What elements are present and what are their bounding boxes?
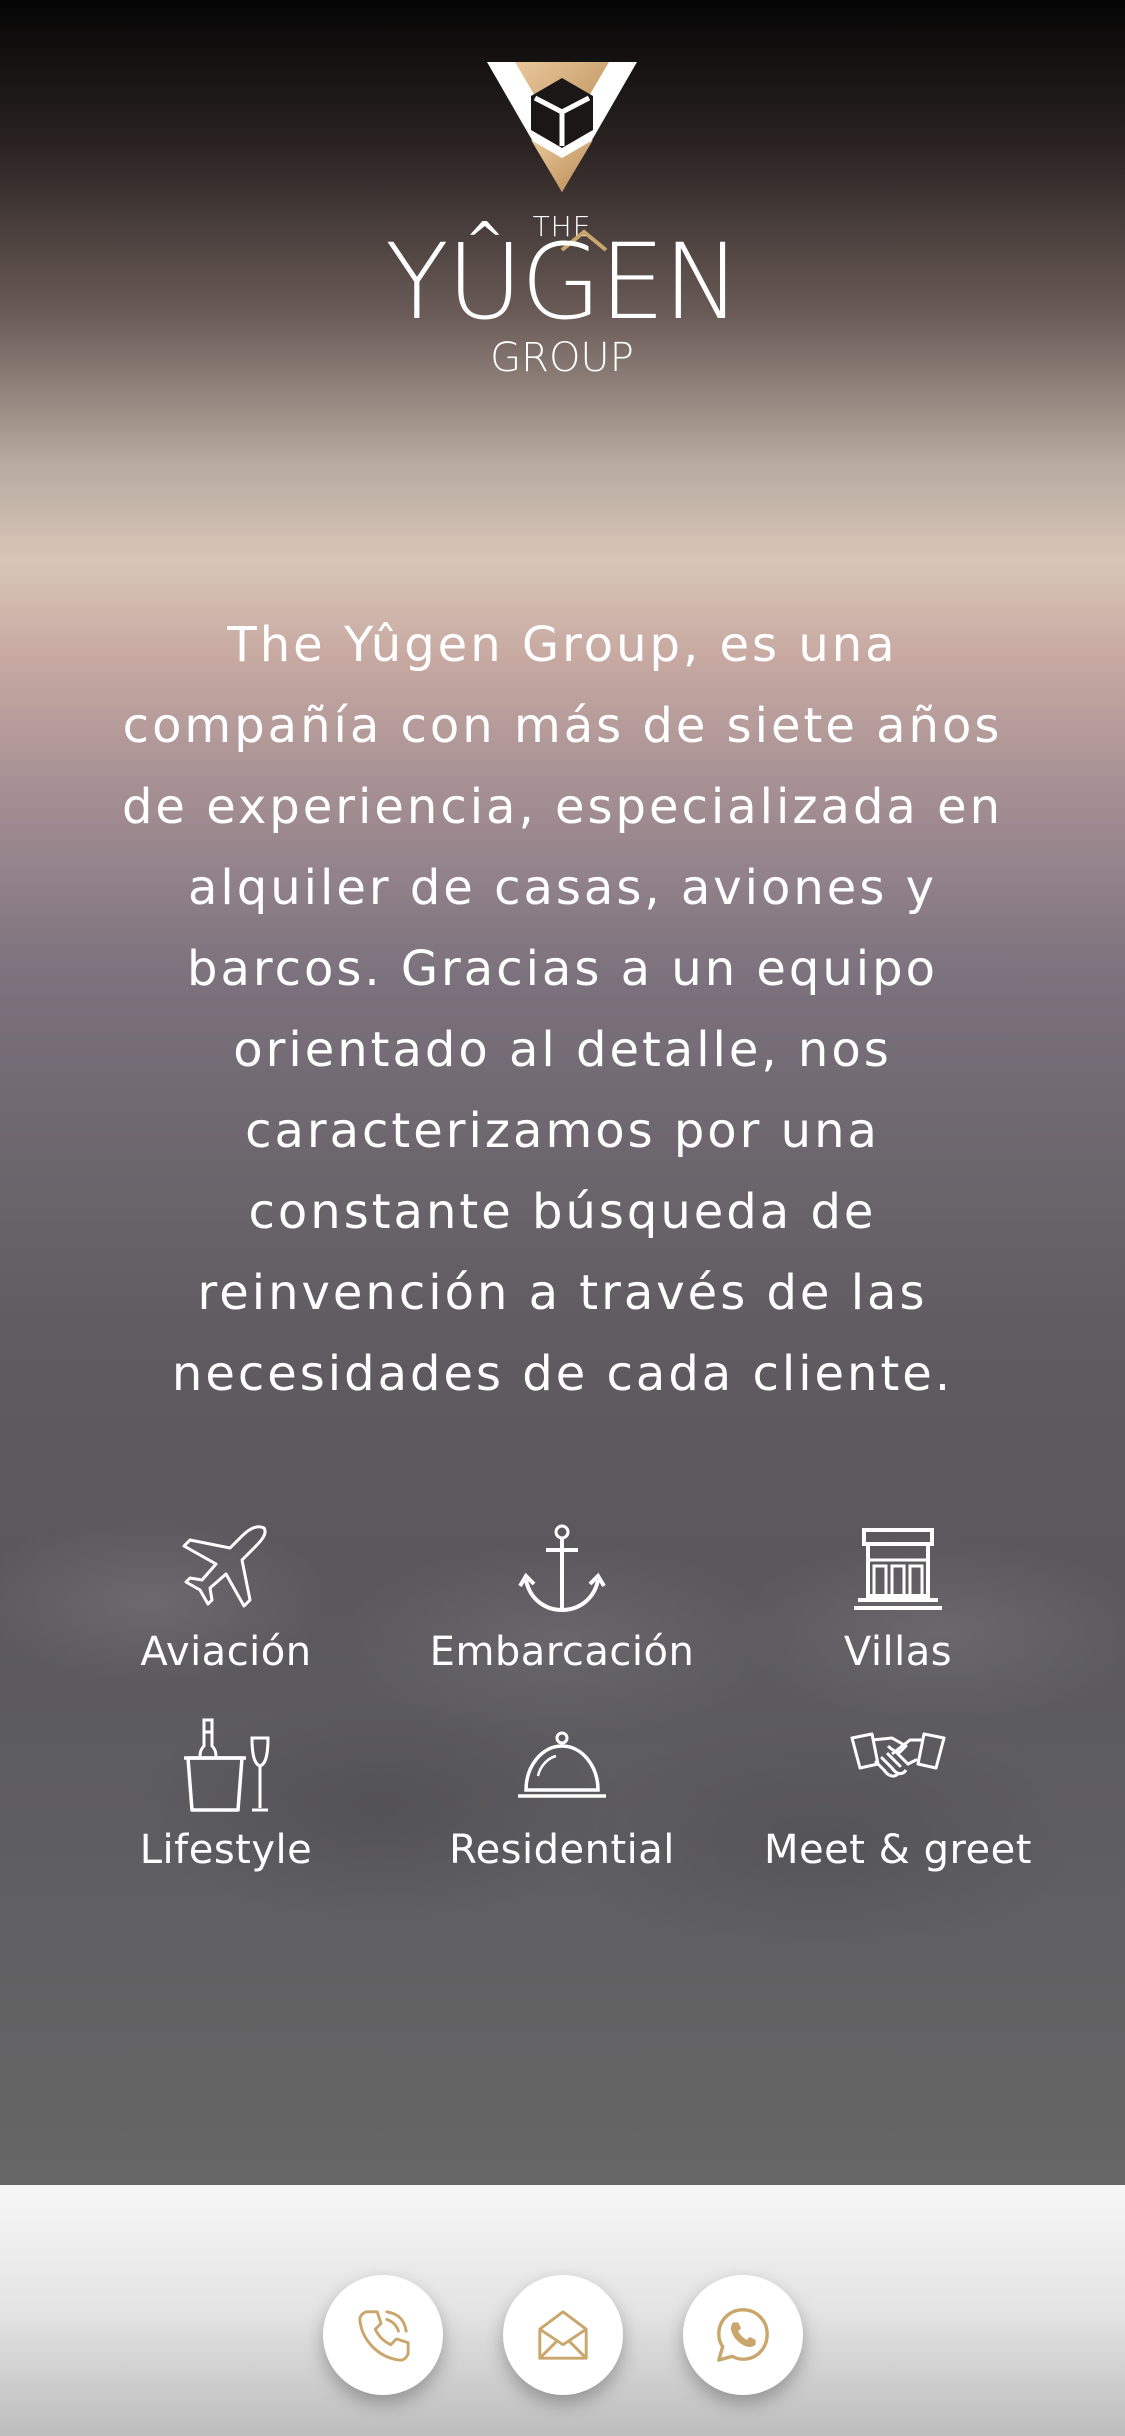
- service-lifestyle[interactable]: Lifestyle: [76, 1718, 376, 1874]
- handshake-icon: [850, 1732, 946, 1778]
- phone-icon: [358, 2310, 410, 2362]
- service-villas[interactable]: Villas: [748, 1520, 1048, 1676]
- page: THE YÛGEN GROUP The Yûgen Group, es una …: [0, 0, 1125, 2436]
- service-label: Villas: [843, 1629, 953, 1675]
- villa-icon: [854, 1528, 942, 1610]
- logo-group-text: GROUP: [490, 335, 634, 381]
- phone-button[interactable]: [323, 2275, 443, 2395]
- email-button[interactable]: [503, 2275, 623, 2395]
- logo-mark-icon: [487, 62, 637, 192]
- service-bell-icon: [518, 1731, 606, 1798]
- brand-logo[interactable]: THE YÛGEN GROUP: [362, 60, 762, 381]
- service-label: Meet & greet: [764, 1827, 1032, 1873]
- service-residential[interactable]: Residential: [412, 1718, 712, 1874]
- contact-bar: [0, 2185, 1125, 2436]
- logo-name-text: YÛGEN: [385, 221, 741, 343]
- airplane-icon: [182, 1525, 267, 1608]
- service-meet-greet[interactable]: Meet & greet: [748, 1718, 1048, 1874]
- whatsapp-icon: [717, 2308, 769, 2362]
- mail-icon: [538, 2310, 588, 2360]
- service-label: Embarcación: [429, 1629, 695, 1675]
- whatsapp-button[interactable]: [683, 2275, 803, 2395]
- intro-paragraph: The Yûgen Group, es una compañía con más…: [121, 617, 1004, 1402]
- service-label: Residential: [449, 1827, 675, 1873]
- service-label: Lifestyle: [139, 1827, 313, 1873]
- anchor-icon: [518, 1524, 606, 1613]
- service-label: Aviación: [140, 1629, 312, 1675]
- champagne-icon: [184, 1718, 270, 1812]
- service-embarcacion[interactable]: Embarcación: [412, 1520, 712, 1676]
- service-aviacion[interactable]: Aviación: [76, 1520, 376, 1676]
